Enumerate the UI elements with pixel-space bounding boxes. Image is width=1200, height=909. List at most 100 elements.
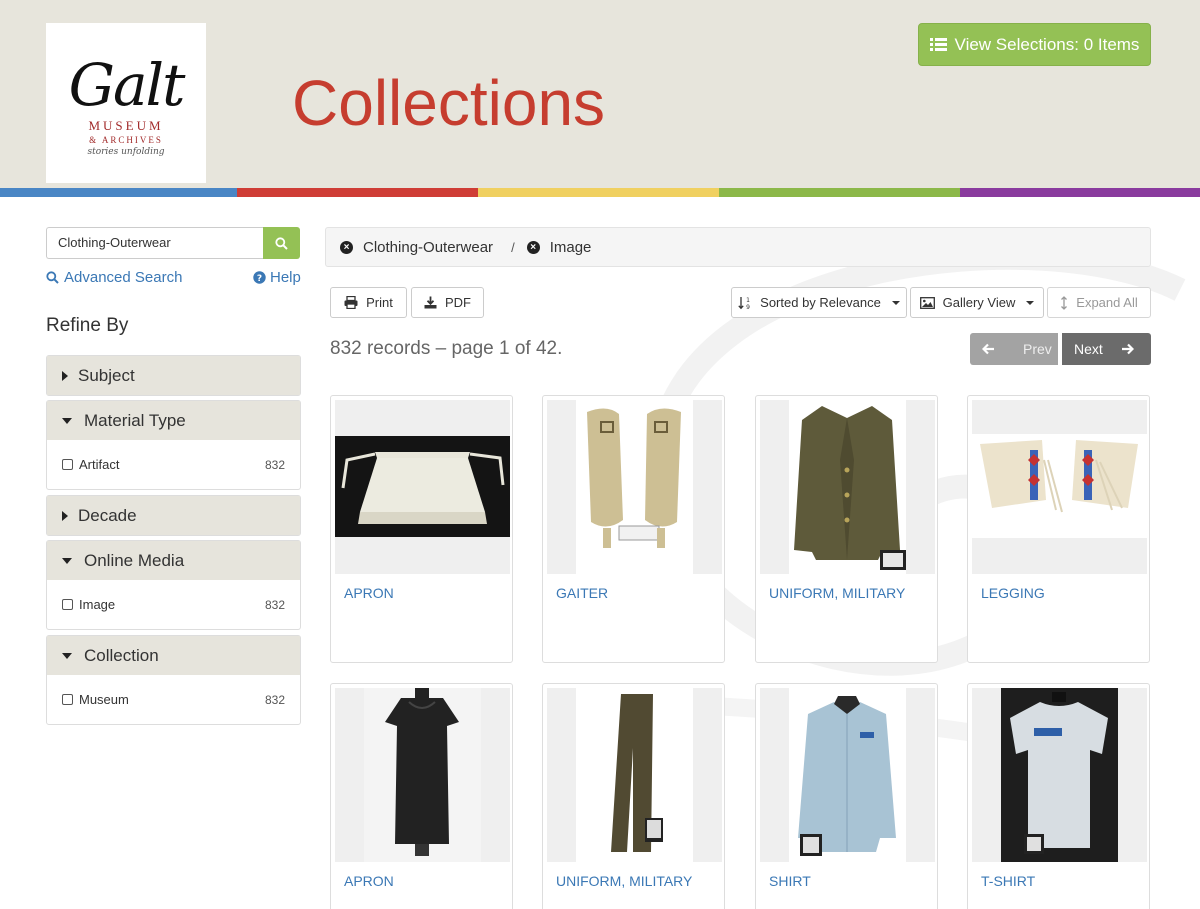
facet-toggle-decade[interactable]: Decade — [47, 496, 300, 535]
view-mode-dropdown[interactable]: Gallery View — [910, 287, 1044, 318]
shirt-image — [789, 688, 906, 862]
download-icon — [424, 296, 437, 309]
checkbox[interactable] — [62, 694, 73, 705]
result-title[interactable]: UNIFORM, MILITARY — [769, 585, 905, 601]
result-thumbnail[interactable] — [760, 400, 935, 574]
legging-image — [972, 434, 1147, 538]
svg-text:1: 1 — [746, 297, 750, 304]
view-selections-button[interactable]: View Selections: 0 Items — [918, 23, 1151, 66]
sort-numeric-icon: 1 9 — [738, 296, 750, 310]
result-thumbnail[interactable] — [972, 688, 1147, 862]
facet-label: Subject — [78, 365, 135, 385]
facet-toggle-subject[interactable]: Subject — [47, 356, 300, 395]
result-thumbnail[interactable] — [335, 400, 510, 574]
result-card[interactable]: UNIFORM, MILITARY — [755, 395, 938, 663]
facet-option-count: 832 — [264, 597, 285, 612]
result-card[interactable]: UNIFORM, MILITARY — [542, 683, 725, 909]
results-summary: 832 records – page 1 of 42. — [330, 338, 563, 359]
facet-subject: Subject — [46, 355, 301, 396]
result-title[interactable]: T-SHIRT — [981, 873, 1035, 889]
result-card[interactable]: T-SHIRT — [967, 683, 1150, 909]
facet-label: Online Media — [84, 550, 185, 570]
result-title[interactable]: SHIRT — [769, 873, 811, 889]
apron-image — [335, 436, 510, 537]
page-title: Collections — [292, 67, 606, 139]
facet-collection: Collection Museum 832 — [46, 635, 301, 725]
color-stripe-blue — [0, 188, 237, 197]
logo-line-archives: & ARCHIVES — [89, 134, 163, 145]
facet-option-artifact[interactable]: Artifact 832 — [47, 440, 300, 489]
result-title[interactable]: UNIFORM, MILITARY — [556, 873, 692, 889]
pdf-button[interactable]: PDF — [411, 287, 484, 318]
result-card[interactable]: LEGGING — [967, 395, 1150, 663]
facet-option-museum[interactable]: Museum 832 — [47, 675, 300, 724]
logo-script: Galt — [68, 50, 186, 119]
result-card[interactable]: GAITER — [542, 395, 725, 663]
question-circle-icon: ? — [253, 271, 266, 284]
resize-vertical-icon — [1061, 295, 1068, 310]
result-thumbnail[interactable] — [760, 688, 935, 862]
view-mode-label: Gallery View — [942, 295, 1016, 310]
result-title[interactable]: APRON — [344, 873, 394, 889]
result-title[interactable]: APRON — [344, 585, 394, 601]
remove-filter-icon[interactable]: × — [526, 240, 540, 254]
site-header: Galt MUSEUM & ARCHIVES stories unfolding… — [0, 0, 1200, 188]
search-input[interactable]: Clothing-Outerwear — [46, 227, 264, 259]
caret-down-icon — [62, 652, 72, 659]
facet-toggle-material-type[interactable]: Material Type — [47, 401, 300, 440]
result-thumbnail[interactable] — [972, 400, 1147, 574]
breadcrumb-item[interactable]: Image — [550, 239, 592, 256]
print-button[interactable]: Print — [330, 287, 407, 318]
sort-dropdown[interactable]: 1 9 Sorted by Relevance — [731, 287, 907, 318]
result-card[interactable]: APRON — [330, 395, 513, 663]
arrow-right-icon — [1121, 343, 1134, 355]
facet-decade: Decade — [46, 495, 301, 536]
facet-option-label: Artifact — [79, 457, 120, 472]
svg-text:9: 9 — [746, 304, 750, 310]
facet-option-count: 832 — [264, 692, 285, 707]
result-thumbnail[interactable] — [547, 400, 722, 574]
facet-toggle-collection[interactable]: Collection — [47, 636, 300, 675]
facet-option-label: Image — [79, 597, 116, 612]
facet-option-image[interactable]: Image 832 — [47, 580, 300, 629]
checkbox[interactable] — [62, 459, 73, 470]
color-stripe-yellow — [478, 188, 719, 197]
result-title[interactable]: LEGGING — [981, 585, 1045, 601]
museum-logo[interactable]: Galt MUSEUM & ARCHIVES stories unfolding — [46, 23, 206, 183]
help-label: Help — [270, 269, 301, 286]
result-thumbnail[interactable] — [335, 688, 510, 862]
prev-label: Prev — [1023, 341, 1052, 357]
breadcrumb-separator: / — [511, 239, 515, 255]
caret-right-icon — [62, 370, 68, 381]
gaiter-image — [576, 400, 693, 574]
result-card[interactable]: SHIRT — [755, 683, 938, 909]
facet-online-media: Online Media Image 832 — [46, 540, 301, 630]
search-button[interactable] — [263, 227, 300, 259]
facet-toggle-online-media[interactable]: Online Media — [47, 541, 300, 580]
caret-down-icon — [62, 417, 72, 424]
color-stripe-red — [237, 188, 478, 197]
logo-tagline: stories unfolding — [87, 146, 165, 157]
expand-all-button[interactable]: Expand All — [1047, 287, 1151, 318]
result-title[interactable]: GAITER — [556, 585, 608, 601]
arrow-left-icon — [982, 343, 994, 355]
breadcrumb-item[interactable]: Clothing-Outerwear — [363, 239, 493, 256]
prev-page-button[interactable]: Prev — [970, 333, 1058, 365]
remove-filter-icon[interactable]: × — [340, 240, 353, 254]
color-stripe-purple — [960, 188, 1200, 197]
tshirt-image — [1001, 688, 1118, 862]
next-label: Next — [1074, 341, 1103, 357]
pdf-label: PDF — [445, 295, 471, 310]
facet-material-type: Material Type Artifact 832 — [46, 400, 301, 490]
next-page-button[interactable]: Next — [1062, 333, 1151, 365]
advanced-search-link[interactable]: Advanced Search — [46, 269, 182, 286]
dress-image — [364, 688, 481, 862]
help-link[interactable]: ? Help — [253, 269, 301, 286]
result-card[interactable]: APRON — [330, 683, 513, 909]
trousers-image — [576, 688, 693, 862]
checkbox[interactable] — [62, 599, 73, 610]
result-thumbnail[interactable] — [547, 688, 722, 862]
sort-label: Sorted by Relevance — [760, 295, 881, 310]
facet-option-label: Museum — [79, 692, 129, 707]
color-stripe-green — [719, 188, 960, 197]
